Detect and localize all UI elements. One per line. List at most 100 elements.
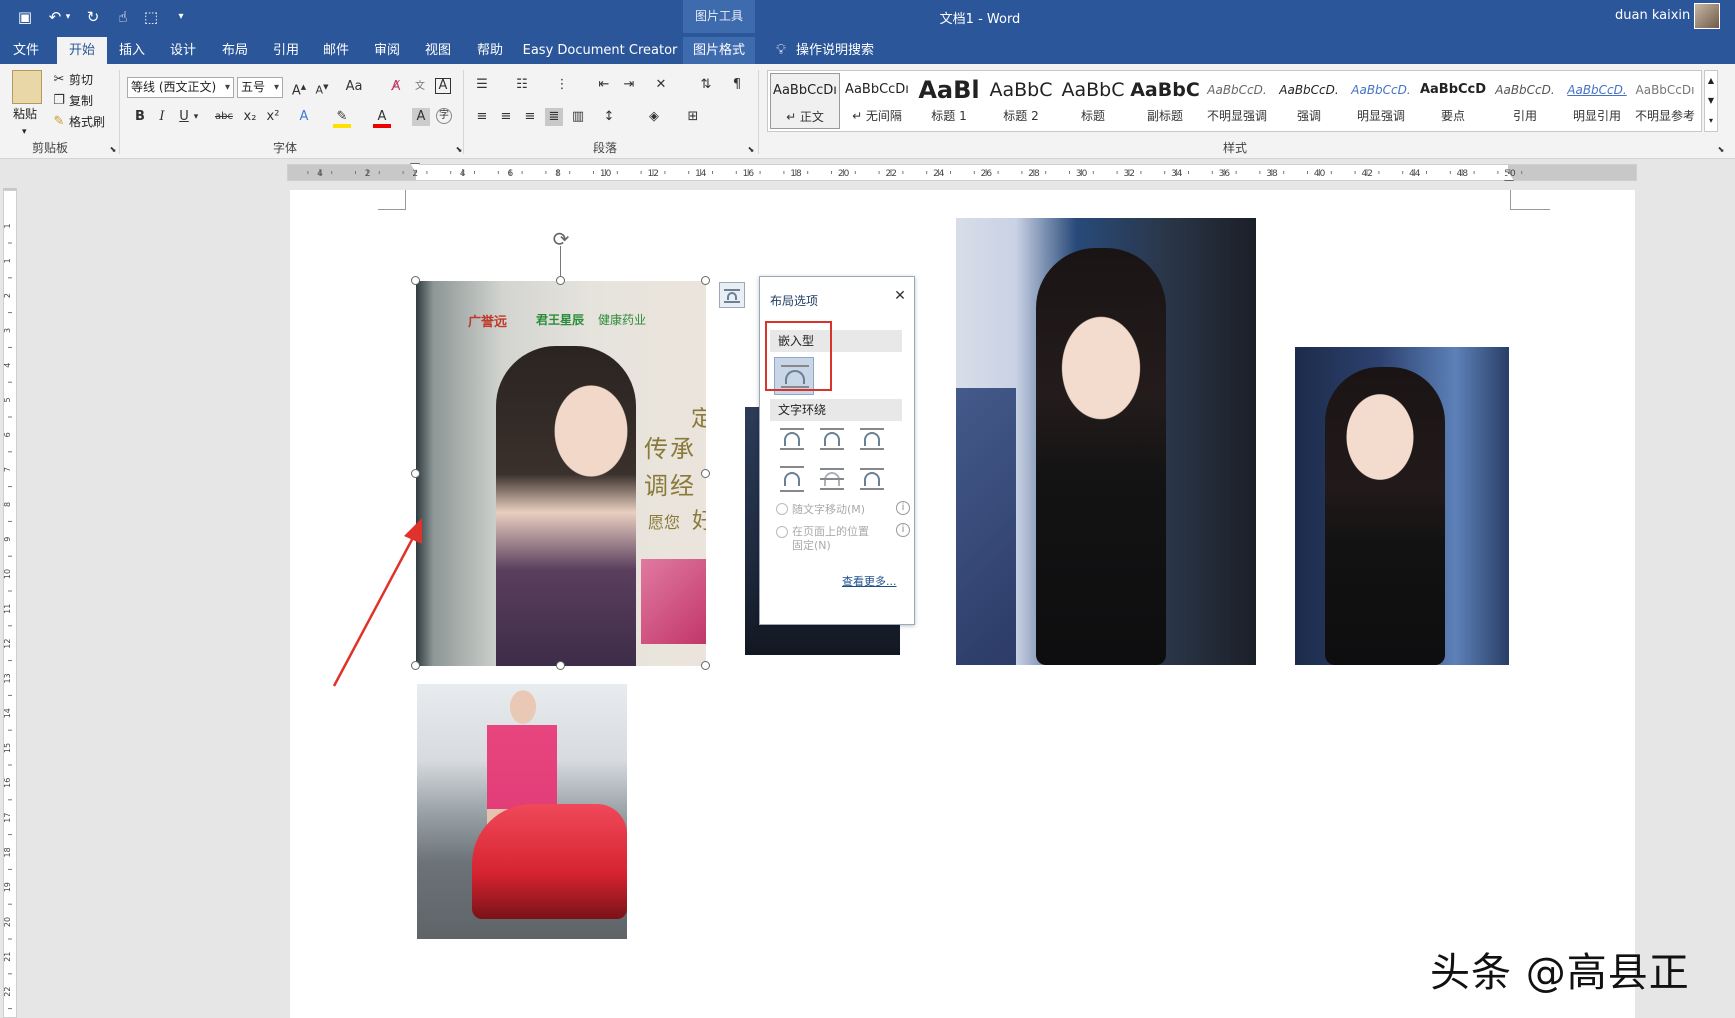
resize-handle-n[interactable]	[556, 276, 565, 285]
tab-easy-document-creator[interactable]: Easy Document Creator	[520, 37, 680, 64]
wrap-tight-option[interactable]	[816, 423, 846, 453]
tell-me-search[interactable]: 操作说明搜索	[796, 37, 896, 64]
document-page[interactable]: 广誉远 君王星辰 健康药业 传承 调经 愿您 定 好 ⟳	[290, 190, 1635, 1018]
copy-button[interactable]: 复制	[69, 91, 93, 111]
bullets-icon[interactable]: ☰	[473, 76, 491, 94]
justify-icon[interactable]: ≣	[545, 108, 563, 126]
font-name-combo[interactable]: 等线 (西文正文)	[127, 77, 234, 98]
scroll-up-icon[interactable]: ▲	[1705, 71, 1717, 91]
chinese-layout-icon[interactable]: ✕	[652, 76, 670, 94]
scissors-icon[interactable]: ✂	[50, 71, 68, 89]
align-left-icon[interactable]: ≡	[473, 108, 491, 126]
style-heading-1[interactable]: AaBl 标题 1	[914, 73, 984, 129]
highlight-icon[interactable]: ✎	[333, 108, 351, 128]
show-marks-icon[interactable]: ¶	[728, 76, 746, 94]
style-strong[interactable]: AaBbCcD 要点	[1418, 73, 1488, 129]
numbering-icon[interactable]: ☷	[513, 76, 531, 94]
font-launcher-icon[interactable]: ⬊	[450, 141, 468, 159]
subscript-button[interactable]: x₂	[241, 108, 259, 126]
wrap-through-option[interactable]	[856, 423, 886, 453]
brush-icon[interactable]: ✎	[50, 113, 68, 131]
format-painter-button[interactable]: 格式刷	[69, 112, 105, 132]
styles-scroll[interactable]: ▲ ▼ ▾	[1704, 70, 1718, 132]
styles-launcher-icon[interactable]: ⬊	[1712, 141, 1730, 159]
font-color-icon[interactable]: A	[373, 108, 391, 128]
grow-font-icon[interactable]: A▲	[290, 78, 308, 98]
paste-button[interactable]: 粘贴	[13, 104, 37, 124]
wrap-behind-text-option[interactable]	[816, 463, 846, 493]
style-quote[interactable]: AaBbCcD. 引用	[1490, 73, 1560, 129]
scroll-down-icon[interactable]: ▼	[1705, 91, 1717, 111]
font-size-combo[interactable]: 五号	[237, 77, 283, 98]
borders-icon[interactable]: ⊞	[684, 108, 702, 126]
copy-icon[interactable]: ❐	[50, 92, 68, 110]
tab-view[interactable]: 视图	[418, 37, 458, 64]
resize-handle-se[interactable]	[701, 661, 710, 670]
clear-formatting-icon[interactable]: A̸	[387, 78, 405, 96]
avatar[interactable]	[1694, 3, 1720, 29]
photo-4[interactable]	[1295, 347, 1509, 665]
tab-review[interactable]: 审阅	[367, 37, 407, 64]
increase-indent-icon[interactable]: ⇥	[620, 76, 638, 94]
user-name[interactable]: duan kaixin	[1615, 8, 1690, 23]
style-intense-emphasis[interactable]: AaBbCcD. 明显强调	[1346, 73, 1416, 129]
italic-button[interactable]: I	[153, 108, 171, 126]
style-normal[interactable]: AaBbCcDı ↵ 正文	[770, 73, 840, 129]
resize-handle-e[interactable]	[701, 469, 710, 478]
tab-picture-format[interactable]: 图片格式	[683, 37, 755, 64]
underline-dropdown-icon[interactable]: ▾	[191, 108, 201, 126]
tab-file[interactable]: 文件	[8, 37, 44, 64]
align-right-icon[interactable]: ≡	[521, 108, 539, 126]
bold-button[interactable]: B	[131, 108, 149, 126]
line-spacing-icon[interactable]: ↕	[600, 108, 618, 126]
style-subtle-reference[interactable]: AaBbCcDı 不明显参考	[1630, 73, 1700, 129]
poster-photo[interactable]: 广誉远 君王星辰 健康药业 传承 调经 愿您 定 好	[416, 281, 706, 666]
resize-handle-ne[interactable]	[701, 276, 710, 285]
tab-design[interactable]: 设计	[163, 37, 203, 64]
shrink-font-icon[interactable]: A▼	[313, 78, 331, 97]
wrap-square-option[interactable]	[776, 423, 806, 453]
phonetic-guide-icon[interactable]: 文	[411, 78, 429, 96]
rotate-handle-icon[interactable]: ⟳	[550, 228, 572, 250]
customize-toolbar-icon[interactable]: ▾	[170, 6, 192, 28]
style-heading-2[interactable]: AaBbC 标题 2	[986, 73, 1056, 129]
resize-handle-w[interactable]	[411, 469, 420, 478]
wrap-top-bottom-option[interactable]	[776, 463, 806, 493]
select-icon[interactable]: ⬚	[140, 6, 162, 28]
touch-mode-icon[interactable]: ☝	[112, 6, 134, 28]
style-emphasis[interactable]: AaBbCcD. 强调	[1274, 73, 1344, 129]
layout-options-button[interactable]	[719, 282, 745, 308]
photo-5[interactable]	[417, 684, 627, 939]
style-no-spacing[interactable]: AaBbCcDı ↵ 无间隔	[842, 73, 912, 129]
resize-handle-nw[interactable]	[411, 276, 420, 285]
more-styles-icon[interactable]: ▾	[1705, 111, 1717, 131]
cut-button[interactable]: 剪切	[69, 70, 93, 90]
tab-home[interactable]: 开始	[57, 37, 107, 64]
superscript-button[interactable]: x²	[264, 108, 282, 126]
sort-icon[interactable]: ⇅	[697, 76, 715, 94]
style-title[interactable]: AaBbC 标题	[1058, 73, 1128, 129]
enclose-character-icon[interactable]: 字	[436, 108, 452, 124]
wrap-in-front-option[interactable]	[856, 463, 886, 493]
close-icon[interactable]: ✕	[892, 288, 908, 304]
move-with-text-radio[interactable]	[776, 503, 788, 515]
decrease-indent-icon[interactable]: ⇤	[595, 76, 613, 94]
style-intense-quote[interactable]: AaBbCcD. 明显引用	[1562, 73, 1632, 129]
photo-3[interactable]	[956, 218, 1256, 665]
redo-icon[interactable]: ↻	[82, 6, 104, 28]
align-center-icon[interactable]: ≡	[497, 108, 515, 126]
tab-layout[interactable]: 布局	[215, 37, 255, 64]
change-case-icon[interactable]: Aa	[342, 78, 366, 96]
save-icon[interactable]: ▣	[14, 6, 36, 28]
tab-references[interactable]: 引用	[266, 37, 306, 64]
tab-mailings[interactable]: 邮件	[316, 37, 356, 64]
style-subtle-emphasis[interactable]: AaBbCcD. 不明显强调	[1202, 73, 1272, 129]
resize-handle-s[interactable]	[556, 661, 565, 670]
info-icon[interactable]: i	[896, 501, 910, 515]
character-shading-icon[interactable]: A	[412, 108, 430, 126]
horizontal-ruler[interactable]: 4224681012141618202224262830323436384042…	[287, 163, 1637, 181]
tab-insert[interactable]: 插入	[113, 37, 151, 64]
multilevel-list-icon[interactable]: ⋮	[553, 76, 571, 94]
character-border-icon[interactable]: A	[435, 78, 451, 94]
text-effects-icon[interactable]: A	[295, 108, 313, 126]
